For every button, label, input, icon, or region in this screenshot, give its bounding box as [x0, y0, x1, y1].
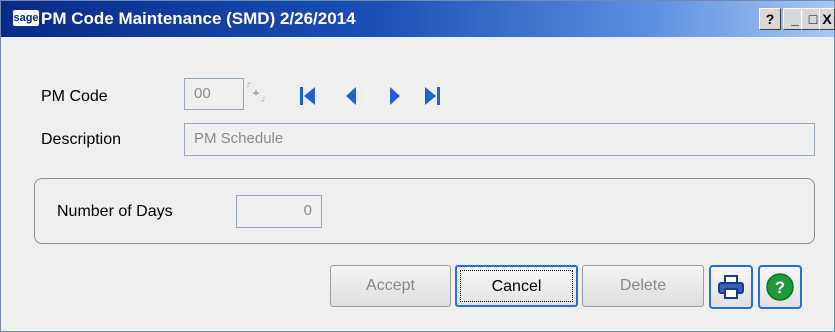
svg-text:?: ? [775, 278, 785, 297]
help-title-button[interactable]: ? [759, 8, 781, 30]
close-button[interactable]: X [819, 8, 835, 30]
previous-record-icon[interactable] [341, 84, 363, 108]
accept-label: Accept [366, 277, 415, 294]
last-record-icon[interactable] [421, 84, 443, 108]
delete-button[interactable]: Delete [582, 265, 704, 307]
accept-button[interactable]: Accept [330, 265, 451, 307]
pm-code-label: PM Code [41, 88, 108, 105]
first-record-icon[interactable] [297, 84, 319, 108]
close-icon: X [822, 11, 832, 27]
description-input[interactable]: PM Schedule [184, 123, 815, 156]
description-label: Description [41, 131, 122, 148]
help-button[interactable]: ? [758, 265, 802, 309]
printer-icon [718, 275, 744, 299]
delete-label: Delete [619, 277, 667, 294]
days-label: Number of Days [57, 203, 173, 220]
title-bar[interactable]: sage PM Code Maintenance (SMD) 2/26/2014… [1, 1, 835, 37]
print-button[interactable] [709, 265, 753, 309]
pm-code-input[interactable]: 00 [184, 78, 244, 110]
maximize-icon: □ [808, 11, 818, 27]
cancel-label: Cancel [491, 278, 542, 295]
next-record-icon[interactable] [384, 84, 406, 108]
cancel-button[interactable]: Cancel [455, 265, 578, 307]
minimize-icon: _ [791, 11, 799, 27]
days-input[interactable]: 0 [236, 195, 322, 228]
pm-code-maintenance-window: sage PM Code Maintenance (SMD) 2/26/2014… [0, 0, 835, 332]
help-icon: ? [766, 273, 794, 301]
sage-logo: sage [13, 10, 39, 26]
window-title: PM Code Maintenance (SMD) 2/26/2014 [41, 9, 356, 28]
lookup-icon[interactable] [246, 81, 266, 103]
